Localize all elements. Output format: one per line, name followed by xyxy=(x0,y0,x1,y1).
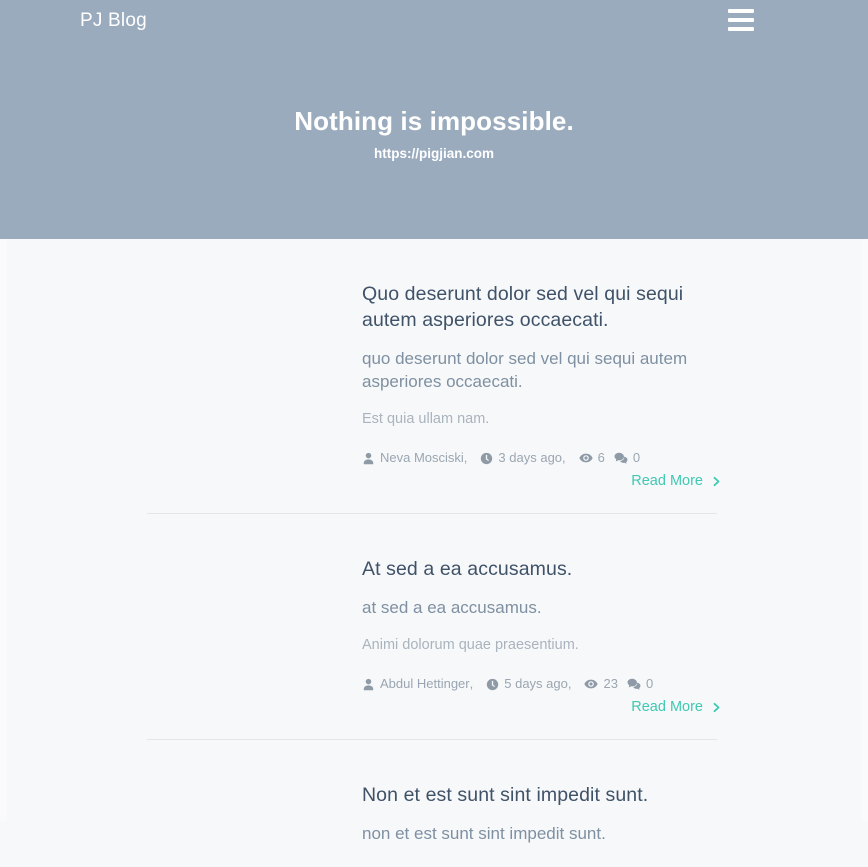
post-author: Abdul Hettinger , xyxy=(362,676,473,692)
post-title[interactable]: Quo deserunt dolor sed vel qui sequi aut… xyxy=(362,281,722,333)
hero-banner: PJ Blog Nothing is impossible. https://p… xyxy=(0,0,868,239)
post-item: At sed a ea accusamus. at sed a ea accus… xyxy=(147,514,720,740)
meta-comma: , xyxy=(562,450,566,465)
post-inner: At sed a ea accusamus. at sed a ea accus… xyxy=(362,556,722,717)
post-subtitle: quo deserunt dolor sed vel qui sequi aut… xyxy=(362,349,688,391)
user-icon xyxy=(362,678,375,691)
post-comments: 0 xyxy=(614,450,640,466)
comment-icon xyxy=(627,677,641,691)
post-comments-count: 0 xyxy=(645,676,654,691)
clock-icon xyxy=(486,678,499,691)
post-views: 23 xyxy=(584,676,618,692)
post-list: Quo deserunt dolor sed vel qui sequi aut… xyxy=(147,239,720,867)
user-icon xyxy=(362,452,375,465)
post-meta: Abdul Hettinger , 5 days ago , 23 0 xyxy=(362,676,722,692)
page-body: Quo deserunt dolor sed vel qui sequi aut… xyxy=(0,239,868,843)
eye-icon xyxy=(584,677,599,691)
site-brand-link[interactable]: PJ Blog xyxy=(80,11,147,30)
meta-comma: , xyxy=(463,450,468,465)
meta-comma: , xyxy=(567,676,572,691)
hero-text-block: Nothing is impossible. https://pigjian.c… xyxy=(0,104,868,163)
post-inner: Quo deserunt dolor sed vel qui sequi aut… xyxy=(362,281,722,491)
post-time-text: 5 days ago xyxy=(504,676,568,691)
hero-title: Nothing is impossible. xyxy=(294,106,574,136)
read-more-row: Read More xyxy=(362,697,722,717)
post-meta: Neva Mosciski , 3 days ago , 6 0 xyxy=(362,450,722,466)
post-description: Animi dolorum quae praesentium. xyxy=(362,637,579,653)
top-navbar: PJ Blog xyxy=(0,0,868,40)
clock-icon xyxy=(480,452,493,465)
post-item: Quo deserunt dolor sed vel qui sequi aut… xyxy=(147,239,720,514)
post-author-name: Abdul Hettinger xyxy=(380,676,470,691)
post-views-count: 6 xyxy=(597,450,605,465)
post-title[interactable]: At sed a ea accusamus. xyxy=(362,556,722,582)
read-more-link[interactable]: Read More xyxy=(631,471,722,491)
hamburger-bar-2 xyxy=(728,18,754,22)
post-comments: 0 xyxy=(627,676,653,692)
post-comments-count: 0 xyxy=(632,450,641,465)
post-author: Neva Mosciski , xyxy=(362,450,467,466)
post-subtitle: non et est sunt sint impedit sunt. xyxy=(362,824,606,843)
post-inner: Non et est sunt sint impedit sunt. non e… xyxy=(362,782,722,845)
post-subtitle: at sed a ea accusamus. xyxy=(362,598,542,617)
comment-icon xyxy=(614,451,628,465)
hamburger-bar-3 xyxy=(728,27,754,31)
hero-subtitle: https://pigjian.com xyxy=(374,146,494,161)
post-author-name: Neva Mosciski xyxy=(380,450,464,465)
hamburger-menu-icon[interactable] xyxy=(724,5,758,35)
post-views: 6 xyxy=(579,450,605,466)
post-item: Non et est sunt sint impedit sunt. non e… xyxy=(147,740,717,867)
chevron-right-icon xyxy=(711,475,722,488)
post-time: 3 days ago , xyxy=(480,450,566,466)
read-more-label: Read More xyxy=(631,699,703,715)
hamburger-bar-1 xyxy=(728,9,754,13)
post-description: Est quia ullam nam. xyxy=(362,411,490,427)
chevron-right-icon xyxy=(711,701,722,714)
read-more-row: Read More xyxy=(362,471,722,491)
post-title[interactable]: Non et est sunt sint impedit sunt. xyxy=(362,782,722,808)
eye-icon xyxy=(579,451,593,465)
post-views-count: 23 xyxy=(603,676,618,691)
read-more-link[interactable]: Read More xyxy=(631,697,722,717)
post-time: 5 days ago , xyxy=(486,676,571,692)
read-more-label: Read More xyxy=(631,473,703,489)
meta-comma: , xyxy=(469,676,474,691)
post-time-text: 3 days ago xyxy=(498,450,563,465)
